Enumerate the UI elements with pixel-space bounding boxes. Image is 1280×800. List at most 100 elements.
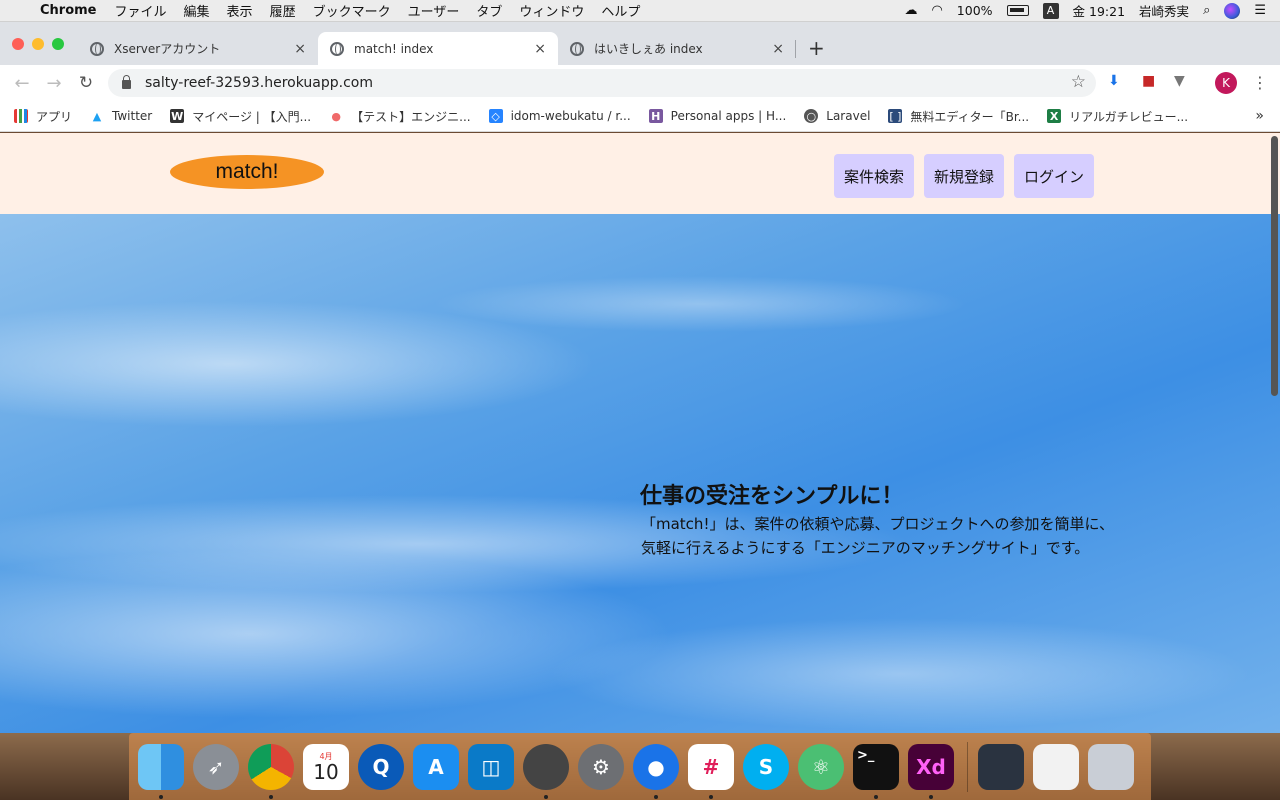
bitbucket-icon: ◇ (488, 109, 503, 123)
globe-icon: ○ (804, 109, 819, 123)
trash-icon[interactable] (1088, 743, 1134, 790)
macos-dock: ➶ 4月 10 Q A ◫ ⚙ ● # S ⚛ >_ Xd (129, 733, 1151, 800)
address-bar[interactable]: salty-reef-32593.herokuapp.com ☆ (108, 69, 1096, 97)
bookmark-bitbucket[interactable]: ◇ idom-webukatu / r... (488, 109, 631, 123)
menu-view[interactable]: 表示 (227, 1, 253, 20)
maps-pin-icon[interactable]: ● (633, 743, 679, 799)
tab-xserver[interactable]: Xserverアカウント × (78, 32, 318, 65)
app-menu-chrome[interactable]: Chrome (40, 3, 97, 18)
bookmark-mypage[interactable]: W マイページ | 【入門... (170, 108, 311, 125)
sourcetree-icon[interactable]: ◫ (468, 743, 514, 790)
url-text[interactable]: salty-reef-32593.herokuapp.com (145, 75, 373, 91)
launchpad-icon[interactable]: ➶ (193, 743, 239, 790)
clock[interactable]: 金 19:21 (1073, 1, 1126, 20)
tab-close-icon[interactable]: × (772, 41, 784, 57)
menu-history[interactable]: 履歴 (270, 1, 296, 20)
dock-separator (967, 741, 968, 792)
screenshot-thumbnail-icon[interactable] (978, 743, 1024, 790)
forward-arrow-icon[interactable]: → (38, 73, 70, 94)
menu-file[interactable]: ファイル (115, 1, 167, 20)
w-icon: W (170, 109, 185, 123)
tab-title: Xserverアカウント (114, 42, 221, 56)
twitter-icon: ▲ (92, 109, 102, 123)
input-source-icon[interactable]: A (1042, 2, 1059, 19)
tab-haikishare-index[interactable]: はいきしぇあ index × (558, 32, 796, 65)
adobe-xd-icon[interactable]: Xd (908, 743, 954, 799)
bookmark-test-engineer[interactable]: ● 【テスト】エンジニ... (329, 108, 470, 125)
menu-tab[interactable]: タブ (476, 1, 502, 20)
user-name[interactable]: 岩崎秀実 (1139, 1, 1189, 20)
zoom-window-button[interactable] (52, 38, 64, 50)
bookmark-label: Laravel (826, 109, 871, 123)
new-tab-button[interactable]: + (808, 36, 825, 60)
bookmark-label: Twitter (112, 109, 153, 123)
bookmark-apps[interactable]: アプリ (14, 108, 72, 125)
system-preferences-icon[interactable]: ⚙ (578, 743, 624, 790)
web-page: match! 案件検索 新規登録 ログイン 仕事の受注をシンプルに！ 「matc… (0, 133, 1280, 733)
bookmark-twitter[interactable]: ▲ Twitter (90, 109, 152, 123)
bookmark-review[interactable]: X リアルガチレビュー... (1047, 108, 1188, 125)
siri-icon[interactable] (1224, 2, 1241, 19)
app-store-icon[interactable]: A (413, 743, 459, 790)
globe-icon (90, 41, 104, 56)
menu-window[interactable]: ウィンドウ (519, 1, 584, 20)
creative-cloud-icon[interactable]: ☁ (904, 3, 917, 18)
battery-icon[interactable] (1006, 5, 1029, 16)
finder-icon[interactable] (138, 743, 184, 799)
downloads-stack-icon[interactable] (1033, 743, 1079, 790)
bookmark-label: idom-webukatu / r... (510, 109, 631, 123)
terminal-icon[interactable]: >_ (853, 743, 899, 799)
heroku-icon: H (648, 109, 663, 123)
hero-title: 仕事の受注をシンプルに！ (640, 484, 904, 509)
bookmark-star-icon[interactable]: ☆ (1071, 72, 1086, 92)
bookmark-label: 【テスト】エンジニ... (351, 109, 471, 124)
page-scrollbar[interactable] (1271, 136, 1278, 396)
battery-percent: 100% (956, 3, 993, 18)
menu-edit[interactable]: 編集 (184, 1, 210, 20)
download-extension-icon[interactable]: ⬇ (1108, 73, 1120, 89)
sequel-pro-icon[interactable] (523, 743, 569, 799)
bookmarks-overflow-icon[interactable]: » (1255, 108, 1264, 124)
bookmark-brackets[interactable]: [ ] 無料エディター「Br... (888, 108, 1029, 125)
tab-close-icon[interactable]: × (534, 41, 546, 57)
slack-icon[interactable]: # (688, 743, 734, 799)
atom-icon[interactable]: ⚛ (798, 743, 844, 790)
bookmark-heroku[interactable]: H Personal apps | H... (648, 109, 787, 123)
nav-search-projects[interactable]: 案件検索 (834, 154, 915, 198)
quicktime-icon[interactable]: Q (358, 743, 404, 790)
wifi-icon[interactable]: ◠ (931, 3, 942, 18)
chrome-icon[interactable] (248, 743, 294, 799)
bookmark-label: リアルガチレビュー... (1069, 109, 1189, 124)
bookmark-laravel[interactable]: ○ Laravel (804, 109, 870, 123)
spotlight-search-icon[interactable]: ⌕ (1203, 3, 1210, 18)
tab-close-icon[interactable]: × (294, 41, 306, 57)
calendar-icon[interactable]: 4月 10 (303, 743, 349, 790)
site-logo[interactable]: match! (170, 155, 324, 189)
back-arrow-icon[interactable]: ← (6, 73, 38, 94)
notification-center-icon[interactable]: ☰ (1254, 3, 1266, 18)
bookmark-label: マイページ | 【入門... (192, 109, 312, 124)
chrome-menu-icon[interactable]: ⋮ (1252, 73, 1268, 92)
bracket-icon: [ ] (888, 109, 903, 123)
hero-description-line: 「match!」は、案件の依頼や応募、プロジェクトへの参加を簡単に、 (641, 515, 1115, 533)
profile-avatar[interactable]: K (1215, 72, 1237, 94)
menu-bookmarks[interactable]: ブックマーク (313, 1, 391, 20)
tab-match-index[interactable]: match! index × (318, 32, 558, 65)
reload-icon[interactable]: ↻ (70, 73, 102, 93)
nav-signup[interactable]: 新規登録 (924, 154, 1005, 198)
bookmarks-bar: アプリ ▲ Twitter W マイページ | 【入門... ● 【テスト】エン… (0, 101, 1280, 132)
tab-title: はいきしぇあ index (594, 42, 703, 56)
skype-icon[interactable]: S (743, 743, 789, 790)
globe-icon (570, 41, 584, 56)
vue-devtools-icon[interactable]: ▼ (1174, 73, 1185, 89)
extension-icon[interactable]: ■ (1142, 73, 1155, 89)
menu-help[interactable]: ヘルプ (601, 1, 640, 20)
close-window-button[interactable] (12, 38, 24, 50)
tab-separator (795, 40, 796, 58)
menu-people[interactable]: ユーザー (408, 1, 460, 20)
bookmark-label: Personal apps | H... (670, 109, 787, 123)
minimize-window-button[interactable] (32, 38, 44, 50)
nav-login[interactable]: ログイン (1014, 154, 1095, 198)
lock-icon[interactable] (122, 75, 131, 89)
site-header: match! 案件検索 新規登録 ログイン (0, 133, 1280, 214)
